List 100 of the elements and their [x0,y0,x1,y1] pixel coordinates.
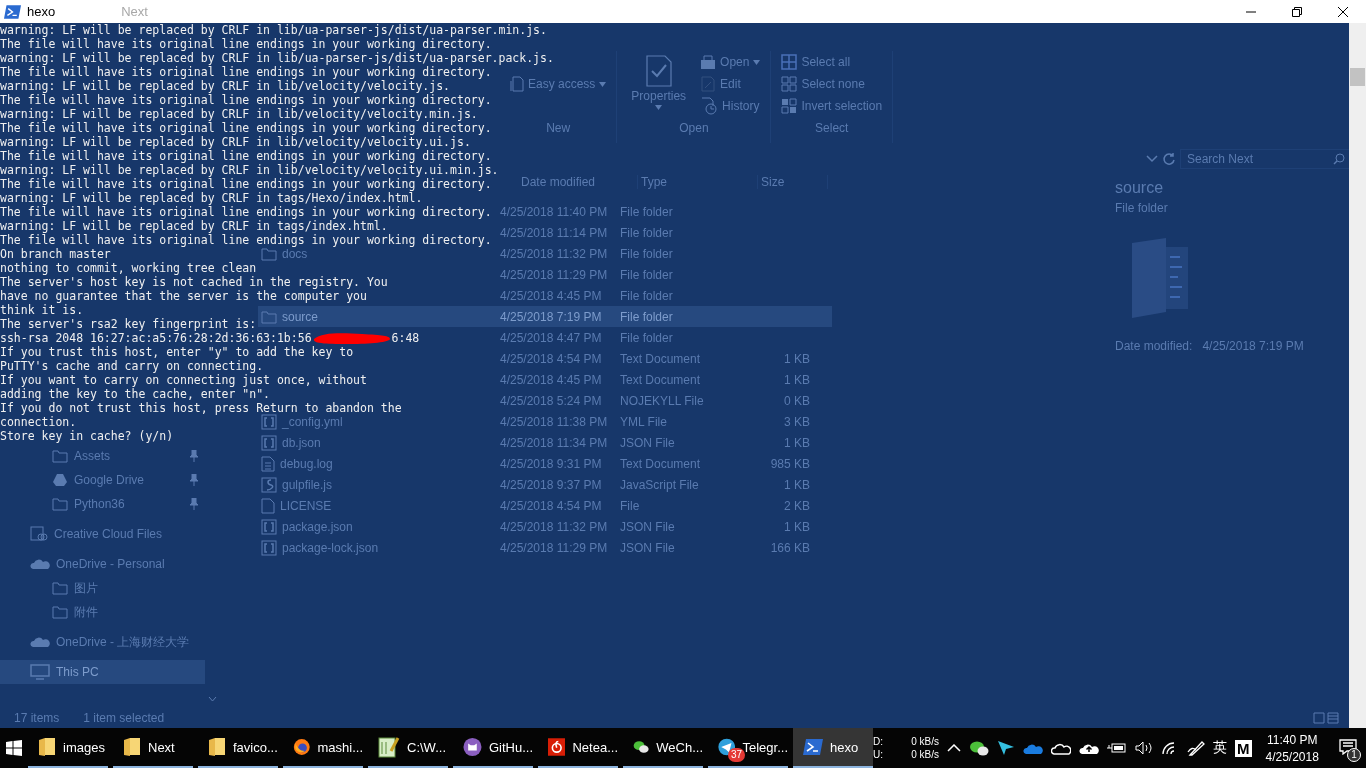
terminal-line: think it is. [0,303,84,317]
date-cell-text: 4/25/2018 4:47 PM [500,330,603,345]
triangle-drive-icon [52,473,68,487]
sidebar-item[interactable]: OneDrive - Personal [0,552,205,576]
pen-icon[interactable] [1187,740,1205,756]
terminal-line: The server's host key is not cached in the registry. You [0,275,388,289]
terminal-line: The file will have its original line endings in your working directory. [0,93,492,107]
terminal-line: If you trust this host, enter "y" to add the key to [0,345,354,359]
terminal-line: warning: LF will be replaced by CRLF in lib/ua-parser-js/dist/ua-parser.min.js. [0,23,547,37]
ribbon-command[interactable]: Invert selection [779,95,885,117]
refresh-icon[interactable] [1162,152,1176,166]
details-date: 4/25/2018 7:19 PM [1202,339,1304,353]
terminal-line: warning: LF will be replaced by CRLF in lib/ua-parser-js/dist/ua-parser.pack.js. [0,51,554,65]
terminal-line: 6:48 [391,331,420,345]
cloud-icon[interactable] [1051,741,1071,755]
taskbar-button[interactable]: C:\W... [368,728,448,768]
taskbar-button[interactable]: GitHu... [453,728,533,768]
column-header[interactable]: Date modified [518,175,638,189]
ribbon-command[interactable]: Easy access [508,73,609,95]
terminal-line: connection. [0,415,77,429]
restore-icon [1292,6,1302,17]
checked-page-icon [645,55,672,87]
net-speed: 0 kB/s [910,749,939,760]
fox-globe-icon [293,736,311,758]
type-cell-text: JavaScript File [620,477,700,492]
terminal-line: The file will have its original line endings in your working directory. [0,149,492,163]
search-field[interactable]: Search Next [1180,149,1350,169]
date-cell-text: 4/25/2018 11:32 PM [500,246,609,261]
ribbon-command[interactable]: Edit [698,73,763,95]
history-icon [700,97,719,115]
type-cell-text: File folder [620,225,674,240]
ribbon-command[interactable]: Select none [779,73,885,95]
type-cell-text: File folder [620,267,674,282]
date-cell-text: 4/25/2018 11:34 PM [500,435,609,450]
brackets-file-icon [261,539,277,556]
paper-plane-icon[interactable] [997,740,1015,756]
input-mode-indicator[interactable]: M [1235,739,1252,757]
terminal-line: warning: LF will be replaced by CRLF in lib/velocity/velocity.ui.js. [0,135,471,149]
terminal-line: The file will have its original line endings in your working directory. [0,233,492,247]
sidebar-item[interactable]: Assets [0,444,205,468]
taskbar-button[interactable]: Netea... [538,728,618,768]
type-cell-text: Text Document [620,372,702,387]
sidebar-item[interactable]: 图片 [0,576,205,600]
input-method-indicator[interactable]: 英 [1213,739,1227,757]
taskbar-button[interactable]: hexo [793,728,873,768]
terminal-line: warning: LF will be replaced by CRLF in lib/velocity/velocity.js. [0,79,451,93]
edit-icon [700,76,717,92]
date-cell-text: 4/25/2018 11:40 PM [500,204,609,219]
type-cell-text: NOJEKYLL File [620,393,705,408]
sidebar-item[interactable]: This PC [0,660,205,684]
size-cell-text: 0 KB [783,393,810,408]
ribbon-command[interactable]: Open [698,51,763,73]
taskbar-button[interactable]: Next [113,728,193,768]
taskbar-button[interactable]: WeCh... [623,728,703,768]
notepad-icon [378,736,400,758]
column-header[interactable]: Type [638,175,758,189]
chat-bubbles-icon[interactable] [969,740,989,756]
clock[interactable]: 11:40 PM 4/25/2018 [1265,732,1319,764]
taskbar-button[interactable]: favico... [198,728,278,768]
scrollbar[interactable] [1349,23,1366,728]
date-cell-text: 4/25/2018 7:19 PM [500,309,603,324]
view-toggle-icon[interactable] [1313,712,1339,724]
background-window-title: Next [121,4,148,19]
folder-icon [52,497,68,511]
chevron-up-icon[interactable] [947,744,961,752]
close-icon [1338,6,1348,17]
ribbon-group-label: Select [814,120,850,137]
net-label: D: [873,736,884,747]
ribbon-command[interactable]: History [698,95,763,117]
terminal-line: PuTTY's cache and carry on connecting. [0,359,264,373]
terminal-line: The file will have its original line endings in your working directory. [0,37,492,51]
file-name: LICENSE [280,498,332,513]
column-header[interactable]: Size [758,175,828,189]
easy-access-icon [510,76,524,92]
date-cell-text: 4/25/2018 11:29 PM [500,267,609,282]
chevron-down-icon[interactable] [1146,155,1158,163]
sidebar-item[interactable]: 附件 [0,600,205,624]
terminal-line: The file will have its original line endings in your working directory. [0,121,492,135]
search-icon [1333,153,1345,165]
speaker-icon[interactable] [1135,741,1153,755]
properties-button[interactable]: Properties [625,51,693,117]
sidebar-item[interactable]: Creative Cloud Files [0,522,205,546]
terminal-line: have no guarantee that the server is the computer you [0,289,367,303]
type-cell-text: File folder [620,288,674,303]
terminal-line: Store key in cache? (y/n) [0,429,174,443]
sidebar-item[interactable]: Google Drive [0,468,205,492]
date-cell-text: 4/25/2018 11:29 PM [500,540,609,555]
battery-icon[interactable] [1107,742,1127,754]
scroll-down-icon[interactable] [208,696,217,702]
ribbon-command[interactable]: Select all [779,51,885,73]
date-cell-text: 4/25/2018 11:38 PM [500,414,609,429]
file-name: package-lock.json [282,540,379,555]
ribbon-group-label: New [545,120,572,137]
terminal-line: ssh-rsa 2048 16:27:ac:a5:76:28:2d:36:63:1b:56 [0,331,312,345]
taskbar-button[interactable]: images [28,728,108,768]
taskbar-button[interactable]: mashi... [283,728,363,768]
size-cell-text: 1 KB [783,435,810,450]
grid-icon [781,76,798,92]
windows-icon [6,740,22,756]
sidebar-item[interactable]: Python36 [0,492,205,516]
